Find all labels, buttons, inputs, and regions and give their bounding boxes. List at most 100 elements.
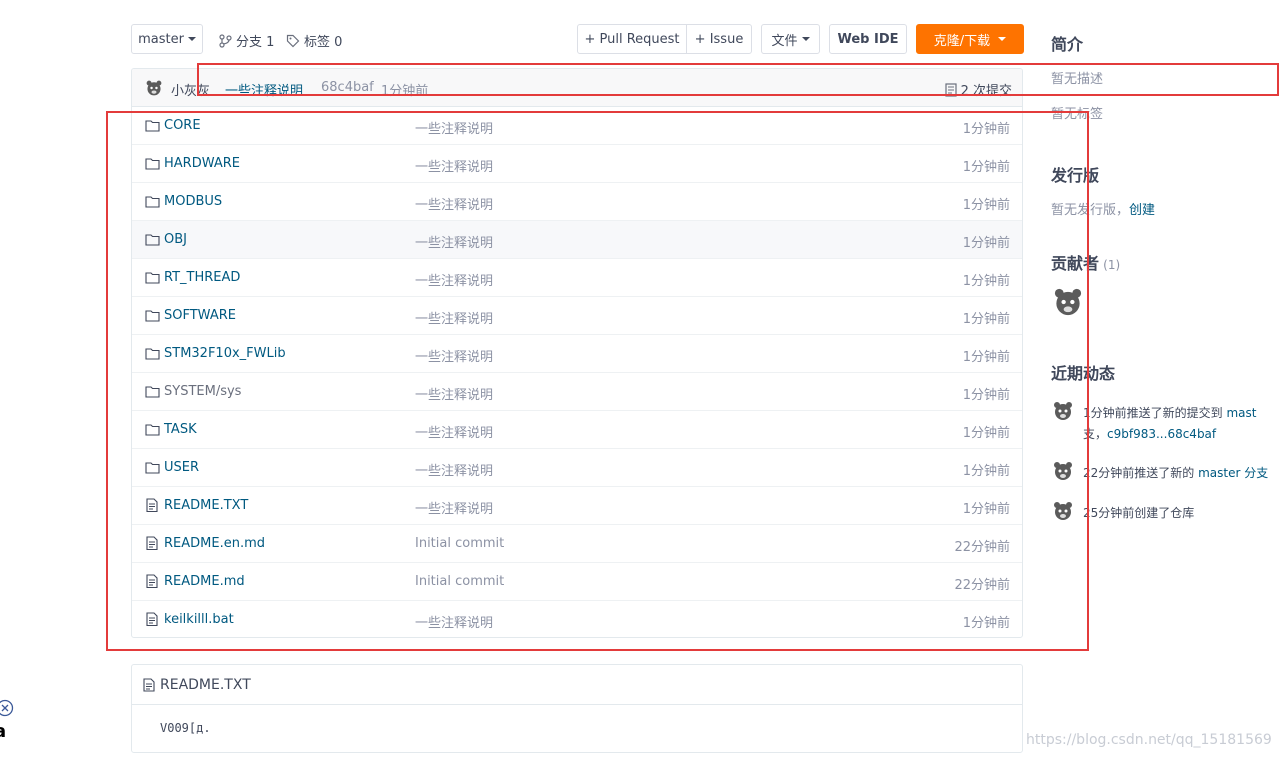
commit-hash[interactable]: 68c4baf bbox=[321, 80, 374, 95]
file-name[interactable]: RT_THREAD bbox=[164, 270, 240, 285]
no-tags: 暂无标签 bbox=[1051, 107, 1104, 122]
file-row[interactable]: USER 一些注释说明 1分钟前 bbox=[132, 449, 1022, 487]
file-commit-message[interactable]: 一些注释说明 bbox=[415, 612, 493, 631]
close-icon[interactable] bbox=[0, 699, 14, 717]
file-name[interactable]: README.en.md bbox=[164, 536, 265, 551]
file-icon bbox=[146, 574, 158, 588]
commit-message[interactable]: 一些注释说明 bbox=[225, 80, 303, 99]
file-row[interactable]: CORE 一些注释说明 1分钟前 bbox=[132, 107, 1022, 145]
file-icon bbox=[146, 612, 158, 626]
file-commit-message[interactable]: 一些注释说明 bbox=[415, 460, 493, 479]
file-name[interactable]: SYSTEM/sys bbox=[164, 384, 241, 399]
file-time: 1分钟前 bbox=[962, 426, 1010, 441]
file-name[interactable]: USER bbox=[164, 460, 199, 475]
file-time: 1分钟前 bbox=[962, 198, 1010, 213]
commit-author[interactable]: 小灰灰 bbox=[171, 80, 210, 99]
file-list: 小灰灰 一些注释说明 68c4baf 1分钟前 2 次提交 CORE 一些注释说明… bbox=[131, 68, 1023, 638]
file-commit-message[interactable]: 一些注释说明 bbox=[415, 346, 493, 365]
readme-content: V009[д. bbox=[160, 721, 211, 735]
activity-text: 25分钟前创建了仓库 bbox=[1083, 506, 1195, 520]
file-name[interactable]: STM32F10x_FWLib bbox=[164, 346, 286, 361]
commit-count-link[interactable]: 2 次提交 bbox=[944, 80, 1012, 99]
file-commit-message[interactable]: Initial commit bbox=[415, 574, 504, 589]
branch-icon bbox=[219, 33, 232, 48]
pull-request-button[interactable]: + Pull Request bbox=[577, 24, 687, 54]
file-row[interactable]: README.TXT 一些注释说明 1分钟前 bbox=[132, 487, 1022, 525]
file-row[interactable]: TASK 一些注释说明 1分钟前 bbox=[132, 411, 1022, 449]
chevron-down-icon bbox=[998, 37, 1007, 41]
activity-text: 支， bbox=[1083, 427, 1108, 441]
file-time: 1分钟前 bbox=[962, 312, 1010, 327]
activity-item: 25分钟前创建了仓库 bbox=[1083, 504, 1194, 521]
file-row[interactable]: HARDWARE 一些注释说明 1分钟前 bbox=[132, 145, 1022, 183]
file-row[interactable]: SYSTEM/sys 一些注释说明 1分钟前 bbox=[132, 373, 1022, 411]
file-commit-message[interactable]: 一些注释说明 bbox=[415, 156, 493, 175]
release-info: 暂无发行版，创建 bbox=[1051, 199, 1155, 218]
file-name[interactable]: CORE bbox=[164, 118, 201, 133]
file-commit-message[interactable]: 一些注释说明 bbox=[415, 270, 493, 289]
file-commit-message[interactable]: 一些注释说明 bbox=[415, 232, 493, 251]
files-dropdown[interactable]: 文件 bbox=[761, 24, 820, 54]
clone-download-button[interactable]: 克隆/下载 bbox=[916, 24, 1024, 54]
file-commit-message[interactable]: 一些注释说明 bbox=[415, 308, 493, 327]
file-row[interactable]: README.en.md Initial commit 22分钟前 bbox=[132, 525, 1022, 563]
avatar[interactable] bbox=[1052, 460, 1074, 482]
file-time: 1分钟前 bbox=[962, 616, 1010, 631]
file-time: 22分钟前 bbox=[954, 540, 1010, 555]
file-name[interactable]: README.TXT bbox=[164, 498, 248, 513]
folder-icon bbox=[145, 158, 160, 170]
create-release-link[interactable]: 创建 bbox=[1129, 203, 1155, 218]
file-commit-message[interactable]: 一些注释说明 bbox=[415, 194, 493, 213]
file-row[interactable]: MODBUS 一些注释说明 1分钟前 bbox=[132, 183, 1022, 221]
branch-select[interactable]: master bbox=[131, 24, 203, 54]
activity-link[interactable]: mast bbox=[1226, 406, 1256, 420]
file-commit-message[interactable]: Initial commit bbox=[415, 536, 504, 551]
file-name[interactable]: MODBUS bbox=[164, 194, 222, 209]
avatar[interactable] bbox=[145, 79, 163, 97]
file-row[interactable]: README.md Initial commit 22分钟前 bbox=[132, 563, 1022, 601]
file-row[interactable]: STM32F10x_FWLib 一些注释说明 1分钟前 bbox=[132, 335, 1022, 373]
file-time: 1分钟前 bbox=[962, 388, 1010, 403]
latest-commit-bar: 小灰灰 一些注释说明 68c4baf 1分钟前 2 次提交 bbox=[132, 69, 1022, 107]
contributor-avatar[interactable] bbox=[1052, 286, 1084, 318]
file-icon bbox=[146, 498, 158, 512]
file-name[interactable]: HARDWARE bbox=[164, 156, 240, 171]
tags-link[interactable]: 标签 0 bbox=[286, 31, 342, 50]
file-row[interactable]: keilkilll.bat 一些注释说明 1分钟前 bbox=[132, 601, 1022, 637]
file-commit-message[interactable]: 一些注释说明 bbox=[415, 422, 493, 441]
file-name[interactable]: TASK bbox=[164, 422, 197, 437]
chevron-down-icon bbox=[801, 37, 810, 41]
file-icon bbox=[143, 678, 155, 692]
tags-label: 标签 0 bbox=[304, 35, 343, 50]
file-name[interactable]: README.md bbox=[164, 574, 245, 589]
file-time: 1分钟前 bbox=[962, 122, 1010, 137]
file-commit-message[interactable]: 一些注释说明 bbox=[415, 498, 493, 517]
file-row[interactable]: RT_THREAD 一些注释说明 1分钟前 bbox=[132, 259, 1022, 297]
file-icon bbox=[146, 536, 158, 550]
readme-panel: README.TXT V009[д. bbox=[131, 664, 1023, 753]
avatar[interactable] bbox=[1052, 400, 1074, 422]
commits-icon bbox=[944, 82, 957, 97]
avatar[interactable] bbox=[1052, 500, 1074, 522]
activity-heading: 近期动态 bbox=[1051, 364, 1116, 383]
file-row[interactable]: OBJ 一些注释说明 1分钟前 bbox=[132, 221, 1022, 259]
folder-icon bbox=[145, 386, 160, 398]
tag-icon bbox=[286, 34, 300, 47]
file-name[interactable]: OBJ bbox=[164, 232, 187, 247]
activity-compare-link[interactable]: c9bf983...68c4baf bbox=[1107, 427, 1216, 441]
release-heading: 发行版 bbox=[1051, 166, 1100, 185]
readme-title: README.TXT bbox=[160, 677, 251, 693]
file-row[interactable]: SOFTWARE 一些注释说明 1分钟前 bbox=[132, 297, 1022, 335]
web-ide-button[interactable]: Web IDE bbox=[829, 24, 907, 54]
issue-button[interactable]: + Issue bbox=[686, 24, 752, 54]
activity-link[interactable]: master 分支 bbox=[1198, 466, 1268, 480]
file-commit-message[interactable]: 一些注释说明 bbox=[415, 118, 493, 137]
activity-text: 22分钟前推送了新的 bbox=[1083, 466, 1199, 480]
branches-link[interactable]: 分支 1 bbox=[219, 31, 274, 50]
file-name[interactable]: SOFTWARE bbox=[164, 308, 236, 323]
file-name[interactable]: keilkilll.bat bbox=[164, 612, 234, 627]
activity-item: 22分钟前推送了新的 master 分支 bbox=[1083, 464, 1268, 481]
file-time: 22分钟前 bbox=[954, 578, 1010, 593]
file-time: 1分钟前 bbox=[962, 274, 1010, 289]
file-commit-message[interactable]: 一些注释说明 bbox=[415, 384, 493, 403]
